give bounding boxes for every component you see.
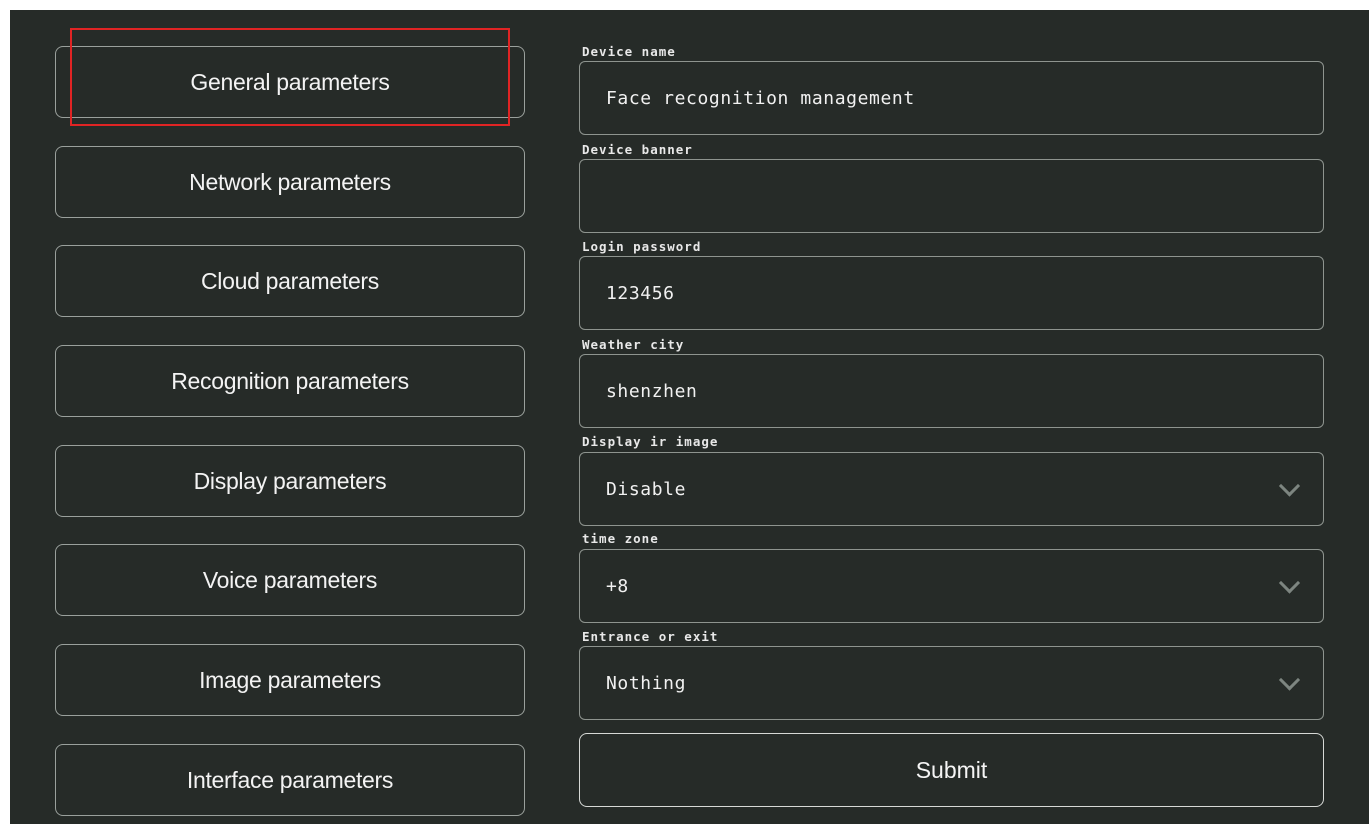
nav-image-parameters[interactable]: Image parameters bbox=[55, 644, 525, 716]
nav-label: Image parameters bbox=[199, 666, 381, 693]
display-ir-image-value: Disable bbox=[606, 478, 687, 500]
login-password-value: 123456 bbox=[606, 282, 675, 304]
chevron-down-icon[interactable] bbox=[1278, 572, 1301, 594]
submit-label: Submit bbox=[915, 756, 988, 783]
entrance-or-exit-value: Nothing bbox=[606, 672, 687, 694]
settings-screen: General parameters Network parameters Cl… bbox=[10, 10, 1369, 824]
nav-voice-parameters[interactable]: Voice parameters bbox=[55, 544, 525, 616]
nav-label: General parameters bbox=[190, 68, 390, 95]
display-ir-image-label: Display ir image bbox=[582, 434, 719, 449]
weather-city-input[interactable]: shenzhen bbox=[579, 354, 1324, 428]
time-zone-value: +8 bbox=[606, 575, 629, 597]
device-name-value: Face recognition management bbox=[606, 87, 915, 109]
nav-label: Display parameters bbox=[193, 467, 387, 494]
chevron-down-icon[interactable] bbox=[1278, 475, 1301, 497]
device-name-input[interactable]: Face recognition management bbox=[579, 61, 1324, 135]
entrance-or-exit-select[interactable]: Nothing bbox=[579, 646, 1324, 720]
device-banner-input[interactable] bbox=[579, 159, 1324, 233]
nav-cloud-parameters[interactable]: Cloud parameters bbox=[55, 245, 525, 317]
nav-label: Voice parameters bbox=[202, 566, 378, 593]
nav-label: Cloud parameters bbox=[200, 267, 379, 294]
nav-network-parameters[interactable]: Network parameters bbox=[55, 146, 525, 218]
time-zone-label: time zone bbox=[582, 531, 659, 546]
login-password-label: Login password bbox=[582, 239, 702, 254]
login-password-input[interactable]: 123456 bbox=[579, 256, 1324, 330]
entrance-or-exit-label: Entrance or exit bbox=[582, 629, 719, 644]
weather-city-value: shenzhen bbox=[606, 380, 698, 402]
nav-interface-parameters[interactable]: Interface parameters bbox=[55, 744, 525, 816]
device-banner-label: Device banner bbox=[582, 142, 693, 157]
time-zone-select[interactable]: +8 bbox=[579, 549, 1324, 623]
chevron-down-icon[interactable] bbox=[1278, 669, 1301, 691]
device-name-label: Device name bbox=[582, 44, 676, 59]
nav-recognition-parameters[interactable]: Recognition parameters bbox=[55, 345, 525, 417]
submit-button[interactable]: Submit bbox=[579, 733, 1324, 807]
display-ir-image-select[interactable]: Disable bbox=[579, 452, 1324, 526]
nav-label: Interface parameters bbox=[186, 766, 394, 793]
weather-city-label: Weather city bbox=[582, 337, 685, 352]
nav-label: Recognition parameters bbox=[171, 367, 409, 394]
nav-label: Network parameters bbox=[189, 168, 391, 195]
nav-display-parameters[interactable]: Display parameters bbox=[55, 445, 525, 517]
nav-general-parameters[interactable]: General parameters bbox=[55, 46, 525, 118]
